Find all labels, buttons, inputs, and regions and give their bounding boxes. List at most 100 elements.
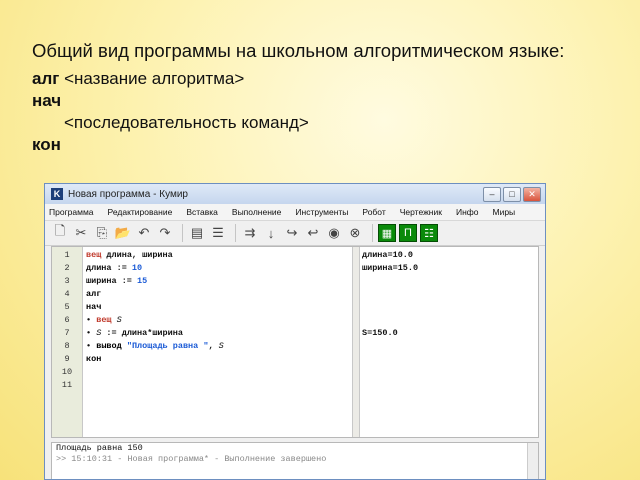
code-editor[interactable]: 1 2 3 4 5 6 7 8 9 10 11 вещ длина, ширин… — [51, 246, 539, 438]
toolbar-separator — [235, 224, 236, 242]
margin-line: длина=10.0 — [362, 250, 414, 260]
code-keyword: вывод — [96, 341, 122, 351]
indent-marker: • — [86, 341, 92, 351]
menu-edit[interactable]: Редактирование — [108, 207, 173, 217]
open-icon[interactable]: 📂 — [114, 224, 132, 242]
console-output-line: Площадь равна 150 — [56, 443, 143, 453]
commands-placeholder: <последовательность команд> — [64, 113, 309, 132]
copy-icon[interactable]: ⎘ — [93, 224, 111, 242]
menu-plotter[interactable]: Чертежник — [400, 207, 442, 217]
new-icon[interactable]: 🗋 — [51, 223, 69, 242]
code-line: нач — [86, 302, 224, 315]
values-margin: длина=10.0 ширина=15.0 S=150.0 — [362, 250, 418, 341]
keyword-nach: нач — [32, 91, 62, 110]
line-number: 7 — [64, 328, 70, 338]
code-line: ширина := 15 — [86, 276, 224, 289]
code-line: вещ длина, ширина — [86, 250, 224, 263]
line-number: 10 — [61, 367, 73, 377]
window-title: Новая программа - Кумир — [68, 188, 188, 200]
title-bar: K Новая программа - Кумир – □ ✕ — [45, 184, 545, 204]
line-number: 11 — [61, 380, 73, 390]
line-number: 4 — [64, 289, 70, 299]
robot-icon[interactable]: ▦ — [378, 224, 396, 242]
console-status-line: >> 15:10:31 - Новая программа* - Выполне… — [56, 454, 327, 464]
code-keyword: вещ — [86, 250, 102, 260]
code-text: := длина*ширина — [101, 328, 183, 338]
slide-text: Общий вид программы на школьном алгоритм… — [32, 40, 564, 156]
code-line: длина := 10 — [86, 263, 224, 276]
line-number-gutter: 1 2 3 4 5 6 7 8 9 10 11 — [52, 247, 83, 437]
window-controls: – □ ✕ — [483, 187, 541, 202]
editor-splitter[interactable] — [352, 247, 360, 437]
maximize-icon[interactable]: □ — [503, 187, 521, 202]
redo-icon[interactable]: ↷ — [156, 224, 174, 242]
code-variable: S — [218, 341, 224, 351]
run-icon[interactable]: ⇉ — [241, 224, 259, 242]
margin-line — [362, 315, 418, 328]
line-number: 6 — [64, 315, 70, 325]
slide-intro: Общий вид программы на школьном алгоритм… — [32, 40, 565, 61]
margin-line — [362, 276, 418, 289]
line-number: 8 — [64, 341, 70, 351]
list-icon[interactable]: ☰ — [209, 224, 227, 242]
step-in-icon[interactable]: ↪ — [283, 224, 301, 242]
line-number: 1 — [64, 250, 70, 260]
code-number: 15 — [137, 276, 148, 286]
code-string: "Площадь равна " — [126, 341, 209, 351]
keyword-alg: алг — [32, 69, 60, 88]
menu-program[interactable]: Программа — [49, 207, 94, 217]
minimize-icon[interactable]: – — [483, 187, 501, 202]
code-line: • S := длина*ширина — [86, 328, 224, 341]
plotter-icon[interactable]: П — [399, 224, 417, 242]
cancel-icon[interactable]: ⊗ — [346, 224, 364, 242]
algorithm-name-placeholder: <название алгоритма> — [59, 69, 245, 88]
menu-robot[interactable]: Робот — [362, 207, 385, 217]
line-number: 3 — [64, 276, 70, 286]
margin-line: ширина=15.0 — [362, 263, 419, 273]
menu-tools[interactable]: Инструменты — [295, 207, 348, 217]
toolbar: 🗋 ✂ ⎘ 📂 ↶ ↷ ▤ ☰ ⇉ ↓ ↪ ↩ ◉ ⊗ ▦ П ☷ — [45, 221, 545, 246]
world-icon[interactable]: ☷ — [420, 224, 438, 242]
kumir-logo-icon: K — [51, 188, 63, 200]
margin-line: S=150.0 — [362, 328, 398, 338]
line-number: 9 — [64, 354, 70, 364]
cut-icon[interactable]: ✂ — [72, 224, 90, 242]
slide-line-nach: нач — [32, 90, 564, 112]
code-keyword: вещ — [96, 315, 112, 325]
line-number: 2 — [64, 263, 70, 273]
keyword-kon: кон — [32, 135, 61, 154]
code-lines: вещ длина, ширина длина := 10 ширина := … — [86, 250, 224, 367]
code-text: длина := — [86, 263, 132, 273]
code-line: алг — [86, 289, 224, 302]
code-line: • вещ S — [86, 315, 224, 328]
toolbar-separator — [182, 224, 183, 242]
margin-line — [362, 302, 418, 315]
menu-worlds[interactable]: Миры — [492, 207, 515, 217]
menu-info[interactable]: Инфо — [456, 207, 479, 217]
code-text: ширина := — [86, 276, 138, 286]
code-text: , — [208, 341, 219, 351]
undo-icon[interactable]: ↶ — [135, 224, 153, 242]
table-icon[interactable]: ▤ — [188, 224, 206, 242]
toolbar-separator — [372, 224, 373, 242]
code-text: длина, ширина — [101, 250, 173, 260]
code-line: кон — [86, 354, 224, 367]
indent-marker: • — [86, 328, 92, 338]
code-line: • вывод "Площадь равна ", S — [86, 341, 224, 354]
line-number: 5 — [64, 302, 70, 312]
close-icon[interactable]: ✕ — [523, 187, 541, 202]
step-icon[interactable]: ↓ — [262, 224, 280, 242]
stop-icon[interactable]: ◉ — [325, 224, 343, 242]
indent-marker: • — [86, 315, 92, 325]
menu-run[interactable]: Выполнение — [232, 207, 281, 217]
step-out-icon[interactable]: ↩ — [304, 224, 322, 242]
code-number: 10 — [131, 263, 143, 273]
slide-line-alg: алг <название алгоритма> — [32, 68, 564, 90]
output-console[interactable]: Площадь равна 150 >> 15:10:31 - Новая пр… — [51, 442, 539, 479]
code-keyword: нач — [86, 302, 102, 312]
margin-line — [362, 289, 418, 302]
menu-insert[interactable]: Вставка — [186, 207, 218, 217]
console-scrollbar[interactable] — [527, 443, 538, 479]
code-keyword: кон — [86, 354, 102, 364]
code-keyword: алг — [86, 289, 102, 299]
